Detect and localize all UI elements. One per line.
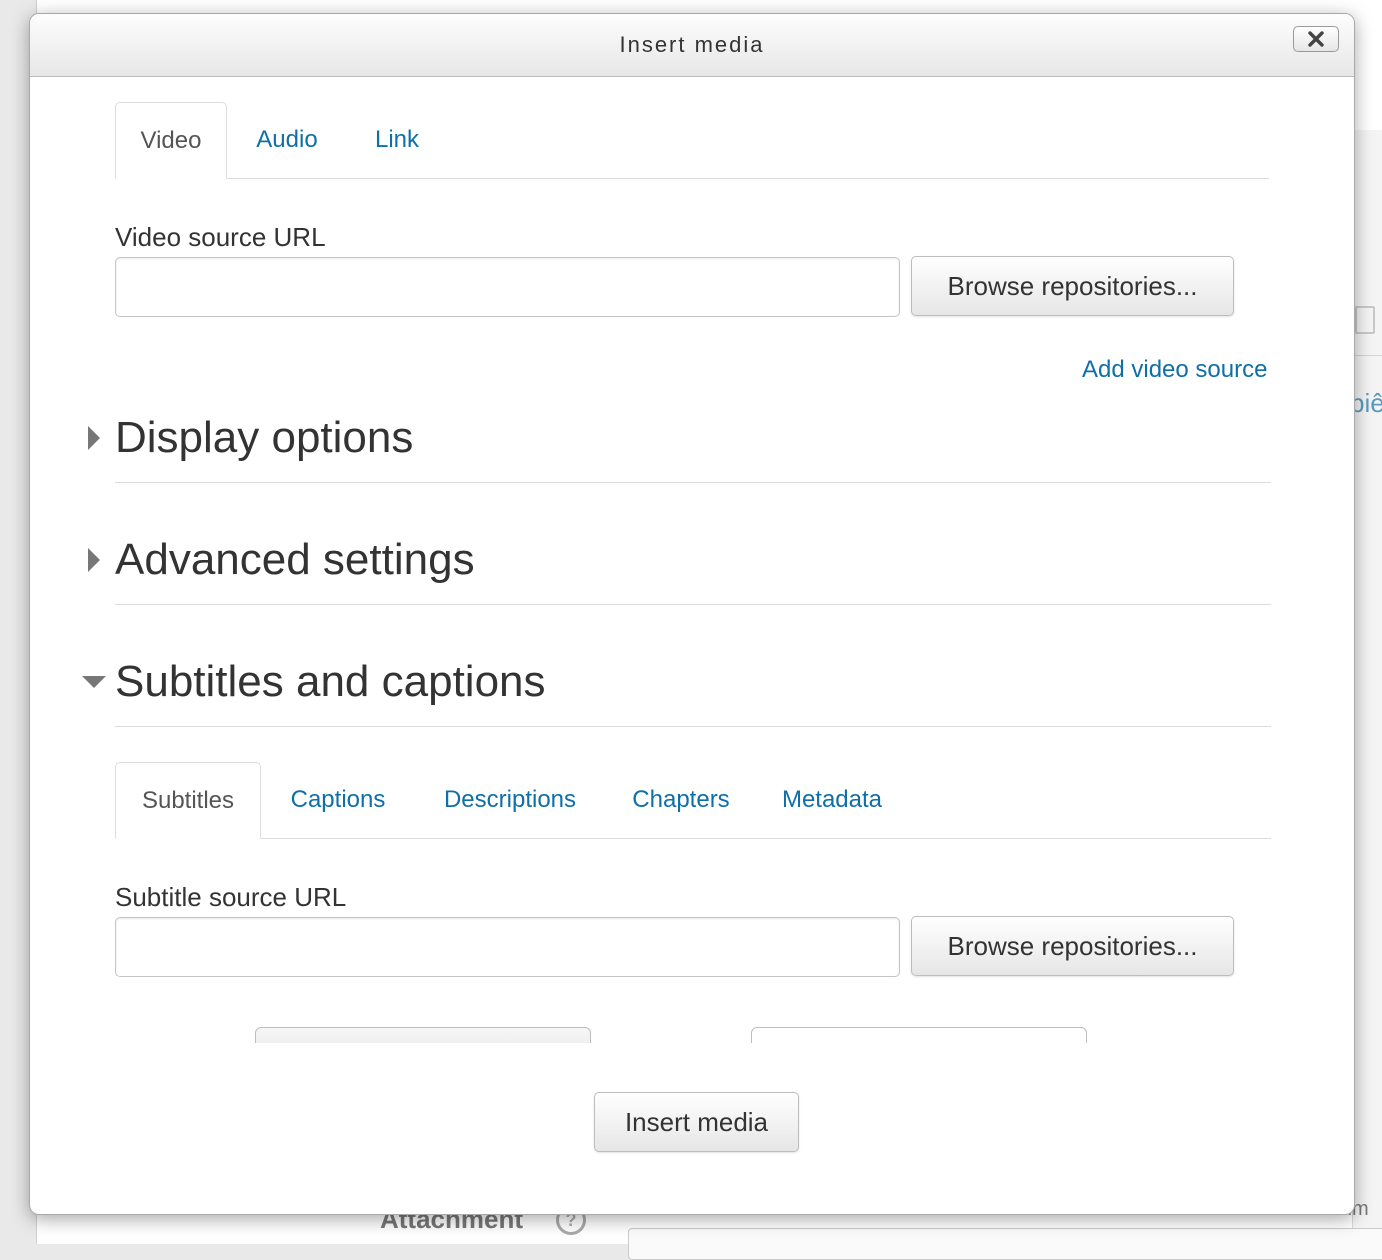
image-icon [1355, 306, 1375, 334]
tab-captions[interactable]: Captions [275, 762, 401, 838]
subtitles-captions-section[interactable]: Subtitles and captions [80, 657, 1271, 727]
insert-media-dialog: Insert media Video Audio Link Video sour… [29, 13, 1355, 1215]
advanced-settings-section[interactable]: Advanced settings [80, 535, 1271, 605]
dialog-header: Insert media [30, 14, 1354, 77]
background-divider [1352, 355, 1382, 356]
caret-right-icon [88, 548, 100, 572]
tab-link[interactable]: Link [353, 102, 441, 178]
caret-down-icon [82, 676, 106, 688]
subtitle-source-input[interactable] [115, 917, 900, 977]
tab-chapters[interactable]: Chapters [619, 762, 743, 838]
tab-subtitles[interactable]: Subtitles [115, 762, 261, 839]
video-source-input[interactable] [115, 257, 900, 317]
video-source-label: Video source URL [115, 222, 326, 252]
insert-media-button[interactable]: Insert media [594, 1092, 799, 1152]
caret-right-icon [88, 426, 100, 450]
track-type-tabs: Subtitles Captions Descriptions Chapters… [115, 762, 1271, 839]
advanced-settings-title: Advanced settings [115, 535, 475, 584]
dialog-title: Insert media [619, 32, 765, 57]
tab-audio[interactable]: Audio [235, 102, 339, 178]
tab-video[interactable]: Video [115, 102, 227, 179]
tab-metadata[interactable]: Metadata [769, 762, 895, 838]
tab-descriptions[interactable]: Descriptions [427, 762, 593, 838]
add-video-source-link[interactable]: Add video source [1082, 356, 1267, 384]
media-type-tabs: Video Audio Link [115, 102, 1269, 179]
section-divider [115, 726, 1271, 727]
truncated-field[interactable] [751, 1027, 1087, 1043]
background-file-area [628, 1228, 1382, 1260]
close-button[interactable] [1293, 26, 1339, 52]
display-options-title: Display options [115, 413, 414, 462]
background-editor-strip [1352, 130, 1382, 1244]
browse-repositories-button[interactable]: Browse repositories... [911, 916, 1234, 976]
close-x-icon [1308, 31, 1324, 47]
section-divider [115, 482, 1271, 483]
subtitle-source-label: Subtitle source URL [115, 882, 347, 912]
section-divider [115, 604, 1271, 605]
subtitles-captions-title: Subtitles and captions [115, 657, 546, 706]
display-options-section[interactable]: Display options [80, 413, 1271, 483]
browse-repositories-button[interactable]: Browse repositories... [911, 256, 1234, 316]
truncated-button[interactable] [255, 1027, 591, 1043]
scroll-clip-area [30, 1027, 1354, 1043]
